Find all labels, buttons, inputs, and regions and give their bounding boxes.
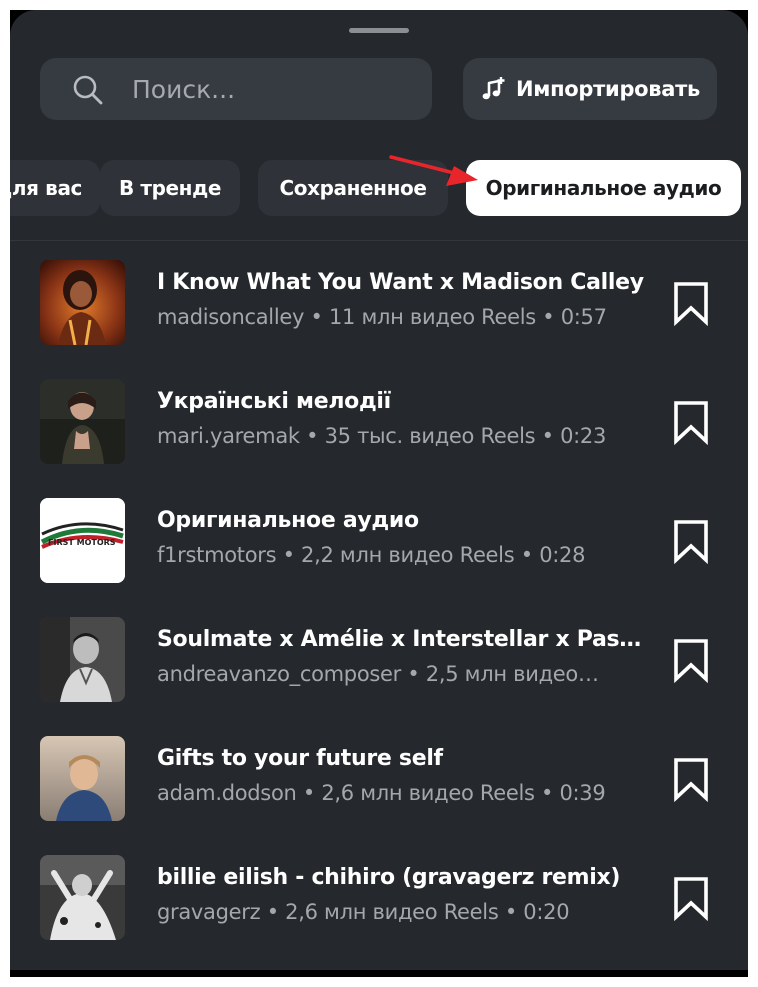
audio-picker-sheet: Импортировать Для вас В тренде Сохраненн… [10, 10, 748, 970]
track-title: billie eilish - chihiro (gravagerz remix… [157, 865, 621, 890]
track-meta: andreavanzo_composer • 2,5 млн видео… [157, 662, 599, 686]
red-arrow-annotation [389, 155, 478, 186]
bookmark-icon[interactable] [671, 518, 711, 564]
track-row[interactable]: Українські мелодії mari.yaremak • 35 тыс… [10, 379, 748, 479]
bookmark-icon[interactable] [671, 756, 711, 802]
track-row[interactable]: Soulmate x Amélie x Interstellar x Passa… [10, 617, 748, 717]
track-meta: mari.yaremak • 35 тыс. видео Reels • 0:2… [157, 424, 607, 448]
screenshot-frame: Импортировать Для вас В тренде Сохраненн… [10, 10, 748, 977]
track-meta: madisoncalley • 11 млн видео Reels • 0:5… [157, 305, 607, 329]
divider [10, 240, 748, 241]
track-cover [40, 617, 125, 702]
track-cover [40, 379, 125, 464]
track-cover: FIRST MOTORS [40, 498, 125, 583]
chip-for-you[interactable]: Для вас [10, 160, 100, 216]
track-row[interactable]: billie eilish - chihiro (gravagerz remix… [10, 855, 748, 955]
bookmark-icon[interactable] [671, 637, 711, 683]
bookmark-icon[interactable] [671, 875, 711, 921]
bookmark-icon[interactable] [671, 280, 711, 326]
import-button-label: Импортировать [515, 77, 701, 101]
track-title: Soulmate x Amélie x Interstellar x Passa… [157, 627, 647, 652]
search-icon [73, 75, 103, 105]
track-meta: f1rstmotors • 2,2 млн видео Reels • 0:28 [157, 543, 586, 567]
track-row[interactable]: FIRST MOTORS Оригинальное аудио f1rstmot… [10, 498, 748, 598]
chip-label: В тренде [118, 176, 221, 200]
track-meta: gravagerz • 2,6 млн видео Reels • 0:20 [157, 900, 570, 924]
track-cover [40, 855, 125, 940]
chip-original-audio[interactable]: Оригинальное аудио [466, 160, 741, 216]
track-title: Gifts to your future self [157, 746, 443, 771]
track-row[interactable]: Gifts to your future self adam.dodson • … [10, 736, 748, 836]
track-title: Українські мелодії [157, 389, 391, 414]
bookmark-icon[interactable] [671, 399, 711, 445]
sheet-drag-handle[interactable] [349, 28, 409, 33]
music-add-icon [482, 77, 505, 100]
chip-trending[interactable]: В тренде [100, 160, 240, 216]
track-row[interactable]: I Know What You Want x Madison Calley ma… [10, 260, 748, 360]
track-title: Оригинальное аудио [157, 508, 419, 533]
chip-label: Оригинальное аудио [485, 176, 722, 200]
search-input[interactable] [132, 58, 422, 120]
track-meta: adam.dodson • 2,6 млн видео Reels • 0:39 [157, 781, 606, 805]
track-title: I Know What You Want x Madison Calley [157, 270, 644, 295]
import-button[interactable]: Импортировать [463, 58, 717, 120]
filter-chips: Для вас В тренде Сохраненное Оригинально… [10, 160, 748, 218]
thumb-logo-text: FIRST MOTORS [48, 538, 116, 547]
track-cover [40, 260, 125, 345]
search-box[interactable] [40, 58, 432, 120]
chip-label: Для вас [10, 176, 82, 200]
track-cover [40, 736, 125, 821]
